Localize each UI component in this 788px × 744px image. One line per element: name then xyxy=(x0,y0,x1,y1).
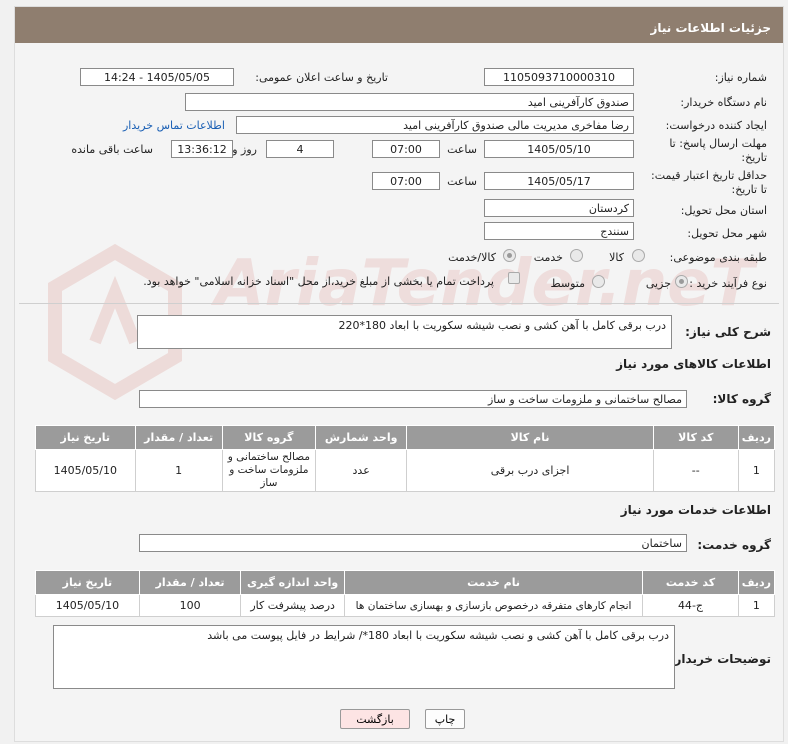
page-header: جزئیات اطلاعات نیاز xyxy=(15,7,783,43)
watermark-text: AriaTender.neT xyxy=(215,247,755,321)
services-cell-row: 1 xyxy=(737,594,776,617)
remaining-label: ساعت باقی مانده xyxy=(71,143,153,156)
services-col-row: ردیف xyxy=(737,570,776,595)
process-option-minor: جزیی xyxy=(645,277,671,290)
description-label: شرح کلی نیاز: xyxy=(685,325,771,339)
goods-cell-unit: عدد xyxy=(314,449,408,492)
services-section-title: اطلاعات خدمات مورد نیاز xyxy=(620,503,771,517)
price-deadline-label-2: تا تاریخ: xyxy=(731,183,767,196)
province-label: استان محل تحویل: xyxy=(680,204,767,217)
process-radio-medium[interactable] xyxy=(592,275,605,288)
services-cell-unit: درصد پیشرفت کار xyxy=(240,594,345,617)
city-field: سنندج xyxy=(484,222,634,240)
city-label: شهر محل تحویل: xyxy=(687,227,767,240)
description-text: درب برقی کامل با آهن کشی و نصب شیشه سکور… xyxy=(338,319,666,332)
goods-col-date: تاریخ نیاز xyxy=(35,425,136,450)
price-time-label: ساعت xyxy=(447,175,477,188)
services-group-field: ساختمان xyxy=(139,534,687,552)
send-date-field: 1405/05/10 xyxy=(484,140,634,158)
days-remaining-field: 4 xyxy=(266,140,334,158)
goods-cell-code: -- xyxy=(652,449,739,492)
print-button[interactable]: چاپ xyxy=(425,709,465,729)
goods-col-name: نام کالا xyxy=(406,425,654,450)
send-time-label: ساعت xyxy=(447,143,477,156)
price-time-field: 07:00 xyxy=(372,172,440,190)
goods-section-title: اطلاعات کالاهای مورد نیاز xyxy=(616,357,771,371)
goods-cell-group: مصالح ساختمانی و ملزومات ساخت و ساز xyxy=(221,449,317,492)
back-button[interactable]: بازگشت xyxy=(340,709,410,729)
goods-col-group: گروه کالا xyxy=(221,425,317,450)
goods-col-row: ردیف xyxy=(737,425,776,450)
goods-col-qty: تعداد / مقدار xyxy=(134,425,223,450)
days-label: روز و xyxy=(232,143,257,156)
goods-cell-row: 1 xyxy=(737,449,776,492)
services-cell-qty: 100 xyxy=(138,594,242,617)
buyer-notes-textarea[interactable]: درب برقی کامل با آهن کشی و نصب شیشه سکور… xyxy=(53,625,675,689)
goods-col-code: کد کالا xyxy=(652,425,739,450)
process-radio-minor[interactable] xyxy=(675,275,688,288)
category-radio-goods-service[interactable] xyxy=(503,249,516,262)
services-col-code: کد خدمت xyxy=(642,570,739,595)
price-deadline-label: حداقل تاریخ اعتبار قیمت: xyxy=(651,169,767,182)
category-option-goods: کالا xyxy=(609,251,624,264)
goods-col-unit: واحد شمارش xyxy=(314,425,408,450)
goods-group-field: مصالح ساختمانی و ملزومات ساخت و ساز xyxy=(139,390,687,408)
need-number-field: 1105093710000310 xyxy=(484,68,634,86)
remaining-time-field: 13:36:12 xyxy=(171,140,233,158)
category-option-service: خدمت xyxy=(533,251,563,264)
need-number-label: شماره نیاز: xyxy=(714,71,767,84)
goods-cell-date: 1405/05/10 xyxy=(35,449,136,492)
table-row: 1 -- اجزای درب برقی عدد مصالح ساختمانی و… xyxy=(35,449,776,492)
category-option-goods-service: کالا/خدمت xyxy=(448,251,496,264)
services-col-unit: واحد اندازه گیری xyxy=(240,570,345,595)
category-radio-goods[interactable] xyxy=(632,249,645,262)
announce-label: تاریخ و ساعت اعلان عمومی: xyxy=(255,71,388,84)
page-container: جزئیات اطلاعات نیاز AriaTender.neT شماره… xyxy=(14,6,784,742)
price-date-field: 1405/05/17 xyxy=(484,172,634,190)
table-row: 1 ج-44 انجام کارهای متفرقه درخصوص بازساز… xyxy=(35,594,776,617)
page-title: جزئیات اطلاعات نیاز xyxy=(650,21,771,35)
creator-field: رضا مفاخری مدیریت مالی صندوق کارآفرینی ا… xyxy=(236,116,634,134)
send-time-field: 07:00 xyxy=(372,140,440,158)
category-label: طبقه بندی موضوعی: xyxy=(669,251,767,264)
buyer-notes-text: درب برقی کامل با آهن کشی و نصب شیشه سکور… xyxy=(207,629,669,642)
services-col-qty: تعداد / مقدار xyxy=(138,570,242,595)
send-deadline-label-2: تاریخ: xyxy=(741,151,767,164)
treasury-payment-note: پرداخت تمام یا بخشی از مبلغ خرید،از محل … xyxy=(143,275,494,288)
buyer-notes-label: توضیحات خریدار: xyxy=(669,652,771,666)
province-field: کردستان xyxy=(484,199,634,217)
announce-datetime-field: 1405/05/05 - 14:24 xyxy=(80,68,234,86)
category-radio-service[interactable] xyxy=(570,249,583,262)
goods-cell-name: اجزای درب برقی xyxy=(406,449,654,492)
creator-label: ایجاد کننده درخواست: xyxy=(665,119,767,132)
services-col-name: نام خدمت xyxy=(343,570,644,595)
buyer-contact-link[interactable]: اطلاعات تماس خریدار xyxy=(123,119,225,132)
send-deadline-label: مهلت ارسال پاسخ: تا xyxy=(669,137,767,150)
process-option-medium: متوسط xyxy=(550,277,585,290)
services-cell-name: انجام کارهای متفرقه درخصوص بازسازی و بهس… xyxy=(343,594,644,617)
treasury-payment-checkbox[interactable] xyxy=(508,272,520,284)
goods-table-header: ردیف کد کالا نام کالا واحد شمارش گروه کا… xyxy=(35,425,776,450)
goods-table: ردیف کد کالا نام کالا واحد شمارش گروه کا… xyxy=(35,425,776,492)
services-table: ردیف کد خدمت نام خدمت واحد اندازه گیری ت… xyxy=(35,570,776,617)
description-textarea[interactable]: درب برقی کامل با آهن کشی و نصب شیشه سکور… xyxy=(137,315,672,349)
services-cell-code: ج-44 xyxy=(642,594,739,617)
services-cell-date: 1405/05/10 xyxy=(35,594,140,617)
services-group-label: گروه خدمت: xyxy=(697,538,771,552)
separator xyxy=(19,303,779,304)
buyer-org-field: صندوق کارآفرینی امید xyxy=(185,93,634,111)
buyer-org-label: نام دستگاه خریدار: xyxy=(680,96,767,109)
services-table-header: ردیف کد خدمت نام خدمت واحد اندازه گیری ت… xyxy=(35,570,776,595)
goods-cell-qty: 1 xyxy=(134,449,223,492)
services-col-date: تاریخ نیاز xyxy=(35,570,140,595)
process-label: نوع فرآیند خرید : xyxy=(689,277,767,290)
goods-group-label: گروه کالا: xyxy=(712,392,771,406)
